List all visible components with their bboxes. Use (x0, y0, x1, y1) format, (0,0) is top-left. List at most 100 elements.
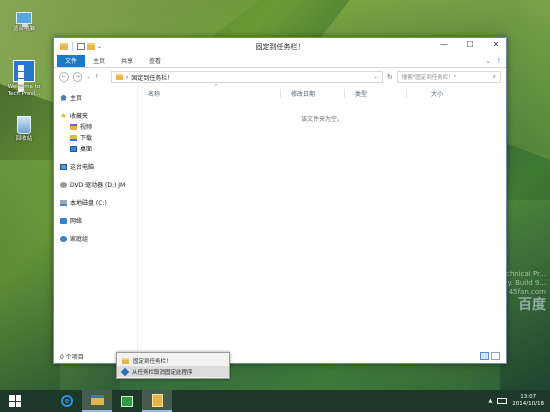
details-view-button[interactable] (480, 352, 489, 360)
jump-list-label: 从任务栏取消固定此程序 (132, 369, 193, 376)
taskbar: e ▲ 13:07 2014/10/18 (0, 390, 550, 412)
store-icon (121, 395, 133, 407)
tab-view[interactable]: 查看 (141, 55, 169, 67)
nav-item-desktop[interactable]: 桌面 (54, 143, 137, 154)
forward-button[interactable]: → (72, 72, 83, 82)
properties-icon[interactable] (77, 43, 85, 50)
nav-item-favorites[interactable]: 收藏夹 (54, 110, 137, 121)
refresh-button[interactable]: ↻ (387, 73, 393, 81)
windows-logo-icon (9, 395, 21, 407)
nav-item-downloads[interactable]: 下载 (54, 132, 137, 143)
nav-item-dvd-drive[interactable]: DVD 驱动器 (D:) JM (54, 179, 137, 190)
folder-icon (115, 74, 123, 80)
sort-arrow-icon: ^ (214, 83, 219, 90)
quick-access-toolbar: ⌄ (54, 42, 102, 51)
nav-item-label: 家庭组 (70, 236, 89, 243)
tab-file[interactable]: 文件 (57, 55, 86, 67)
explorer-window: ⌄ 固定到任务栏！ — ☐ ✕ 文件 主页 共享 查看 ⌄ ? ← → ⌄ ↑ … (53, 37, 507, 364)
desktop-folder-icon (70, 145, 77, 152)
title-bar[interactable]: ⌄ 固定到任务栏！ — ☐ ✕ (54, 38, 506, 55)
column-label: 大小 (431, 90, 444, 98)
tab-share[interactable]: 共享 (113, 55, 141, 67)
address-bar[interactable]: › 固定到任务栏！ ⌄ (110, 71, 383, 83)
address-dropdown-icon[interactable]: ⌄ (374, 74, 378, 80)
column-date-modified[interactable]: 修改日期 (280, 88, 344, 98)
unpin-icon (120, 367, 130, 376)
expand-ribbon-icon[interactable]: ⌄ (486, 58, 491, 65)
taskbar-file-explorer[interactable] (82, 390, 112, 412)
breadcrumb[interactable]: 固定到任务栏！ (131, 73, 173, 82)
nav-item-this-pc[interactable]: 这台电脑 (54, 161, 137, 172)
folder-icon[interactable] (60, 43, 68, 50)
view-toggle (480, 352, 500, 360)
home-icon (60, 94, 67, 101)
clock-time: 13:07 (520, 394, 537, 400)
back-button[interactable]: ← (59, 72, 69, 82)
minimize-button[interactable]: — (438, 40, 450, 49)
nav-item-label: 下载 (80, 135, 93, 142)
homegroup-icon (60, 235, 67, 242)
column-name[interactable]: 名称 ^ (138, 84, 280, 98)
ribbon-controls: ⌄ ? (486, 55, 506, 67)
maximize-button[interactable]: ☐ (464, 40, 476, 49)
show-hidden-icons-button[interactable]: ▲ (488, 398, 492, 404)
search-icon[interactable]: ⌕ (493, 73, 496, 81)
nav-item-network[interactable]: 网络 (54, 215, 137, 226)
chevron-down-icon[interactable]: ⌄ (97, 43, 102, 50)
dvd-drive-icon (60, 181, 67, 188)
nav-item-label: 主页 (70, 95, 83, 102)
nav-item-label: 桌面 (80, 146, 93, 153)
column-label: 名称 (148, 90, 161, 98)
close-button[interactable]: ✕ (490, 40, 502, 49)
search-placeholder: 搜索"固定到任务栏！" (401, 75, 457, 81)
keyboard-icon[interactable] (497, 398, 508, 404)
window-body: 主页 收藏夹 视频 下载 桌面 这台电脑 DVD 驱动器 (D:) JM 本地磁… (54, 84, 506, 351)
wallpaper-shard (0, 160, 60, 390)
folder-icon (122, 357, 129, 364)
folder-icon (151, 393, 163, 407)
nav-item-label: 本地磁盘 (C:) (70, 200, 107, 207)
taskbar-pinned-folder[interactable] (142, 390, 172, 412)
large-icons-view-button[interactable] (491, 352, 500, 360)
nav-item-label: 这台电脑 (70, 164, 95, 171)
column-type[interactable]: 类型 (344, 88, 406, 98)
windows-logo-icon (13, 60, 35, 92)
column-size[interactable]: 大小 (406, 88, 466, 98)
video-folder-icon (70, 123, 77, 130)
desktop-icon-welcome[interactable]: Welcome to Tech Previ... (1, 60, 47, 98)
desktop-icon-this-pc[interactable]: 这台电脑 (1, 12, 47, 33)
file-explorer-icon (90, 395, 104, 405)
computer-icon (16, 12, 32, 27)
item-count: 0 个项目 (60, 353, 84, 361)
desktop-icon-recycle-bin[interactable]: 回收站 (1, 116, 47, 143)
jump-list-item-unpin[interactable]: 从任务栏取消固定此程序 (117, 366, 229, 377)
taskbar-store[interactable] (112, 390, 142, 412)
jump-list: 固定到任务栏！ 从任务栏取消固定此程序 (116, 352, 230, 379)
taskbar-internet-explorer[interactable]: e (52, 390, 82, 412)
navigation-pane: 主页 收藏夹 视频 下载 桌面 这台电脑 DVD 驱动器 (D:) JM 本地磁… (54, 86, 138, 351)
nav-item-label: 视频 (80, 124, 93, 131)
desktop-icon-label: 回收站 (15, 136, 33, 142)
recycle-bin-icon (17, 116, 31, 134)
nav-item-homegroup[interactable]: 家庭组 (54, 233, 137, 244)
start-button[interactable] (0, 390, 30, 412)
new-folder-icon[interactable] (87, 43, 95, 50)
internet-explorer-icon: e (61, 395, 73, 407)
help-icon[interactable]: ? (497, 58, 500, 65)
jump-list-item-folder[interactable]: 固定到任务栏！ (117, 355, 229, 366)
column-label: 修改日期 (291, 90, 316, 98)
tab-home[interactable]: 主页 (85, 55, 113, 67)
nav-item-videos[interactable]: 视频 (54, 121, 137, 132)
nav-item-home[interactable]: 主页 (54, 92, 137, 103)
file-list[interactable]: 名称 ^ 修改日期 类型 大小 该文件夹为空。 (138, 84, 506, 351)
column-label: 类型 (355, 90, 368, 98)
clock-date: 2014/10/18 (512, 401, 544, 407)
jump-list-label: 固定到任务栏！ (133, 358, 172, 365)
up-button[interactable]: ↑ (95, 74, 99, 80)
recent-locations-button[interactable]: ⌄ (86, 74, 90, 80)
nav-item-local-disk[interactable]: 本地磁盘 (C:) (54, 197, 137, 208)
search-input[interactable]: 搜索"固定到任务栏！" ⌕ (396, 71, 501, 83)
clock[interactable]: 13:07 2014/10/18 (512, 394, 544, 408)
divider (72, 42, 73, 51)
nav-item-label: DVD 驱动器 (D:) JM (70, 182, 126, 189)
